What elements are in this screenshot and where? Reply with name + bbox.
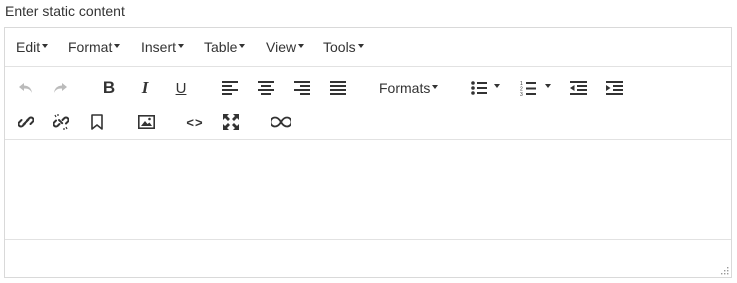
menu-tools-label: Tools <box>323 39 356 55</box>
align-justify-button[interactable] <box>326 76 350 100</box>
align-justify-icon <box>330 81 346 95</box>
underline-icon: U <box>175 79 187 97</box>
menu-table-label: Table <box>204 39 238 55</box>
svg-text:3: 3 <box>520 92 523 96</box>
chevron-down-icon <box>42 44 49 49</box>
fullscreen-button[interactable] <box>219 110 243 134</box>
bookmark-button[interactable] <box>85 110 109 134</box>
menu-edit[interactable]: Edit <box>16 39 49 55</box>
chevron-down-icon <box>178 44 185 49</box>
outdent-button[interactable] <box>566 76 590 100</box>
menu-insert-label: Insert <box>141 39 177 55</box>
chevron-down-icon <box>298 44 305 49</box>
code-icon: <> <box>186 114 204 130</box>
image-icon <box>137 115 155 129</box>
undo-icon <box>19 83 32 93</box>
outdent-icon <box>569 81 587 95</box>
chevron-down-icon <box>114 44 121 49</box>
bullet-list-icon <box>471 81 487 95</box>
menu-format-label: Format <box>68 39 113 55</box>
italic-button[interactable]: I <box>133 76 157 100</box>
toolbar: B I U Formats 123 <> <box>5 67 731 140</box>
menu-tools[interactable]: Tools <box>323 39 364 55</box>
menu-insert[interactable]: Insert <box>141 39 185 55</box>
italic-icon: I <box>141 78 149 97</box>
bullet-list-button[interactable] <box>467 76 491 100</box>
unlink-icon <box>53 114 69 130</box>
chevron-down-icon <box>239 44 246 49</box>
link-icon <box>18 116 34 128</box>
bookmark-icon <box>91 114 103 130</box>
numbered-list-button[interactable]: 123 <box>516 76 540 100</box>
formats-dropdown[interactable]: Formats <box>379 79 439 97</box>
bullet-list-dropdown[interactable] <box>490 76 502 100</box>
undo-button[interactable] <box>14 76 38 100</box>
indent-button[interactable] <box>602 76 626 100</box>
menu-view[interactable]: View <box>266 39 305 55</box>
align-center-button[interactable] <box>254 76 278 100</box>
align-left-icon <box>222 81 238 95</box>
infinity-icon <box>271 116 291 128</box>
menu-view-label: View <box>266 39 297 55</box>
bold-icon: B <box>102 78 116 97</box>
chevron-down-icon <box>494 84 500 88</box>
infinity-button[interactable] <box>269 110 293 134</box>
align-left-button[interactable] <box>218 76 242 100</box>
menu-table[interactable]: Table <box>204 39 246 55</box>
redo-button[interactable] <box>48 76 72 100</box>
unlink-button[interactable] <box>49 110 73 134</box>
numbered-list-icon: 123 <box>520 81 536 96</box>
image-button[interactable] <box>134 110 158 134</box>
status-bar <box>5 240 731 277</box>
chevron-down-icon <box>432 85 439 90</box>
menu-format[interactable]: Format <box>68 39 121 55</box>
field-label: Enter static content <box>5 3 125 19</box>
indent-icon <box>605 81 623 95</box>
menu-edit-label: Edit <box>16 39 41 55</box>
fullscreen-icon <box>223 114 239 130</box>
formats-label: Formats <box>379 80 431 96</box>
bold-button[interactable]: B <box>97 76 121 100</box>
align-center-icon <box>258 81 274 95</box>
resize-handle-icon[interactable] <box>720 266 729 275</box>
chevron-down-icon <box>545 84 551 88</box>
underline-button[interactable]: U <box>169 76 193 100</box>
numbered-list-dropdown[interactable] <box>541 76 553 100</box>
source-code-button[interactable]: <> <box>183 110 207 134</box>
chevron-down-icon <box>357 44 364 49</box>
content-area[interactable] <box>5 140 731 240</box>
align-right-button[interactable] <box>290 76 314 100</box>
link-button[interactable] <box>14 110 38 134</box>
align-right-icon <box>294 81 310 95</box>
redo-icon <box>54 83 67 93</box>
rich-text-editor: Edit Format Insert Table View Tools B I … <box>4 27 732 278</box>
menubar: Edit Format Insert Table View Tools <box>5 28 731 67</box>
